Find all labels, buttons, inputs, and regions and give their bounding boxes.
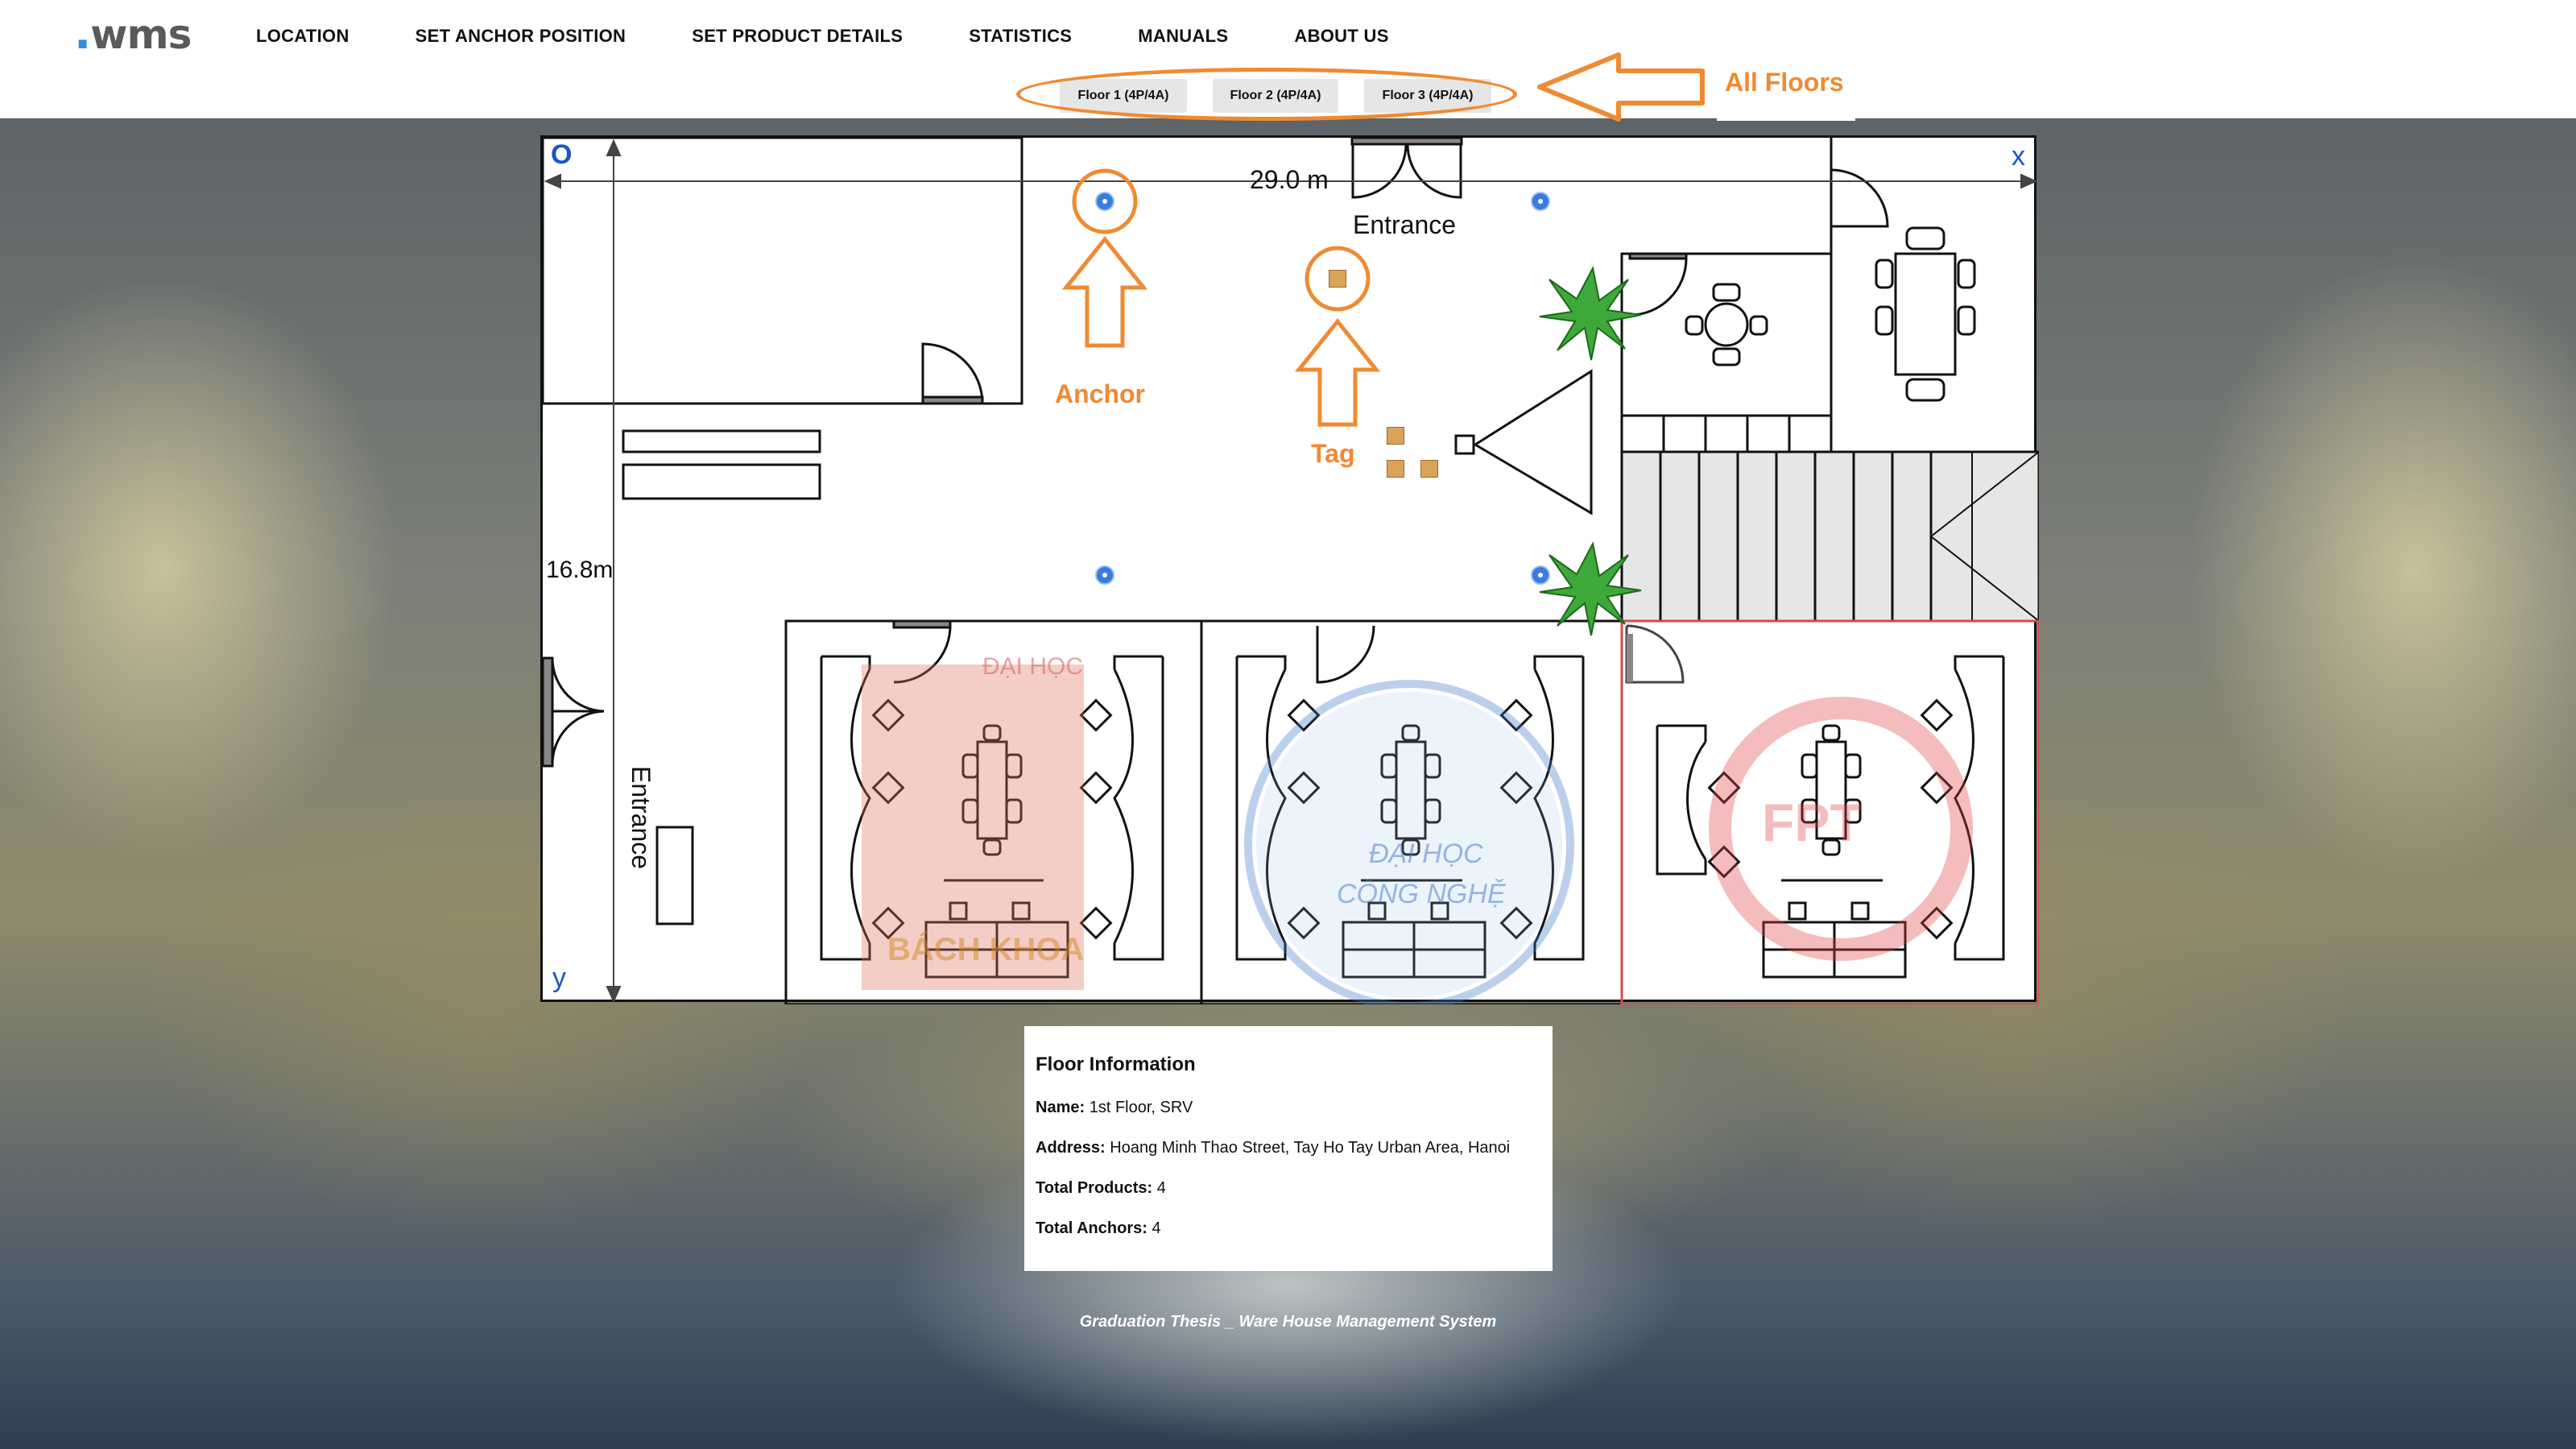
nav-statistics[interactable]: STATISTICS [969,26,1072,47]
nav-set-product-details[interactable]: SET PRODUCT DETAILS [692,26,903,47]
floor-name-row: Name: 1st Floor, SRV [1036,1099,1193,1116]
tag-marker-4[interactable] [1420,460,1438,478]
floor-plan: O x y 29.0 m 16.8m Entrance Entrance ĐẠI… [540,135,2039,1004]
anchor-marker-2[interactable] [1531,192,1550,211]
nav-location[interactable]: LOCATION [256,26,349,47]
total-anchors-row: Total Anchors: 4 [1036,1219,1161,1237]
anchor-marker-1[interactable] [1095,192,1114,211]
anchor-marker-3[interactable] [1095,565,1114,585]
origin-label: O [551,139,573,170]
left-arrow-icon [1537,52,1705,122]
main-nav: LOCATION SET ANCHOR POSITION SET PRODUCT… [256,26,1455,47]
floor-plan-drawing [543,138,2039,1004]
total-products-row: Total Products: 4 [1036,1179,1166,1197]
room-logo-text-4: CÔNG NGHỆ [1337,879,1506,909]
nav-about-us[interactable]: ABOUT US [1294,26,1388,47]
height-dimension: 16.8m [546,557,614,583]
anchor-marker-4[interactable] [1531,565,1550,585]
anchor-annotation: Anchor [1055,379,1145,408]
all-floors-annotation: All Floors [1717,64,1855,121]
nav-set-anchor-position[interactable]: SET ANCHOR POSITION [416,26,626,47]
room-logo-text-1: ĐẠI HỌC [982,653,1084,680]
floor-highlight-ellipse [1016,68,1517,121]
tag-marker-1[interactable] [1329,270,1346,288]
width-dimension: 29.0 m [1250,165,1329,194]
room-logo-text-3: ĐẠI HỌC [1369,838,1483,869]
footer-text: Graduation Thesis _ Ware House Managemen… [1079,1313,1497,1331]
top-navbar: .wms LOCATION SET ANCHOR POSITION SET PR… [0,0,2576,76]
room-logo-text-2: BÁCH KHOA [887,932,1085,967]
floor-information-card: Floor Information Name: 1st Floor, SRV A… [1024,1026,1553,1271]
entrance-top-label: Entrance [1353,210,1457,239]
tag-marker-2[interactable] [1387,427,1404,445]
y-axis-label: y [552,963,566,993]
wms-logo[interactable]: .wms [74,10,192,59]
tag-annotation: Tag [1311,439,1355,468]
entrance-left-label: Entrance [626,766,655,870]
x-axis-label: x [2012,141,2025,172]
room-logo-text-5: FPT [1762,793,1863,852]
tag-marker-3[interactable] [1387,460,1404,478]
floor-address-row: Address: Hoang Minh Thao Street, Tay Ho … [1036,1139,1511,1157]
nav-manuals[interactable]: MANUALS [1138,26,1228,47]
floor-info-title: Floor Information [1036,1054,1196,1075]
